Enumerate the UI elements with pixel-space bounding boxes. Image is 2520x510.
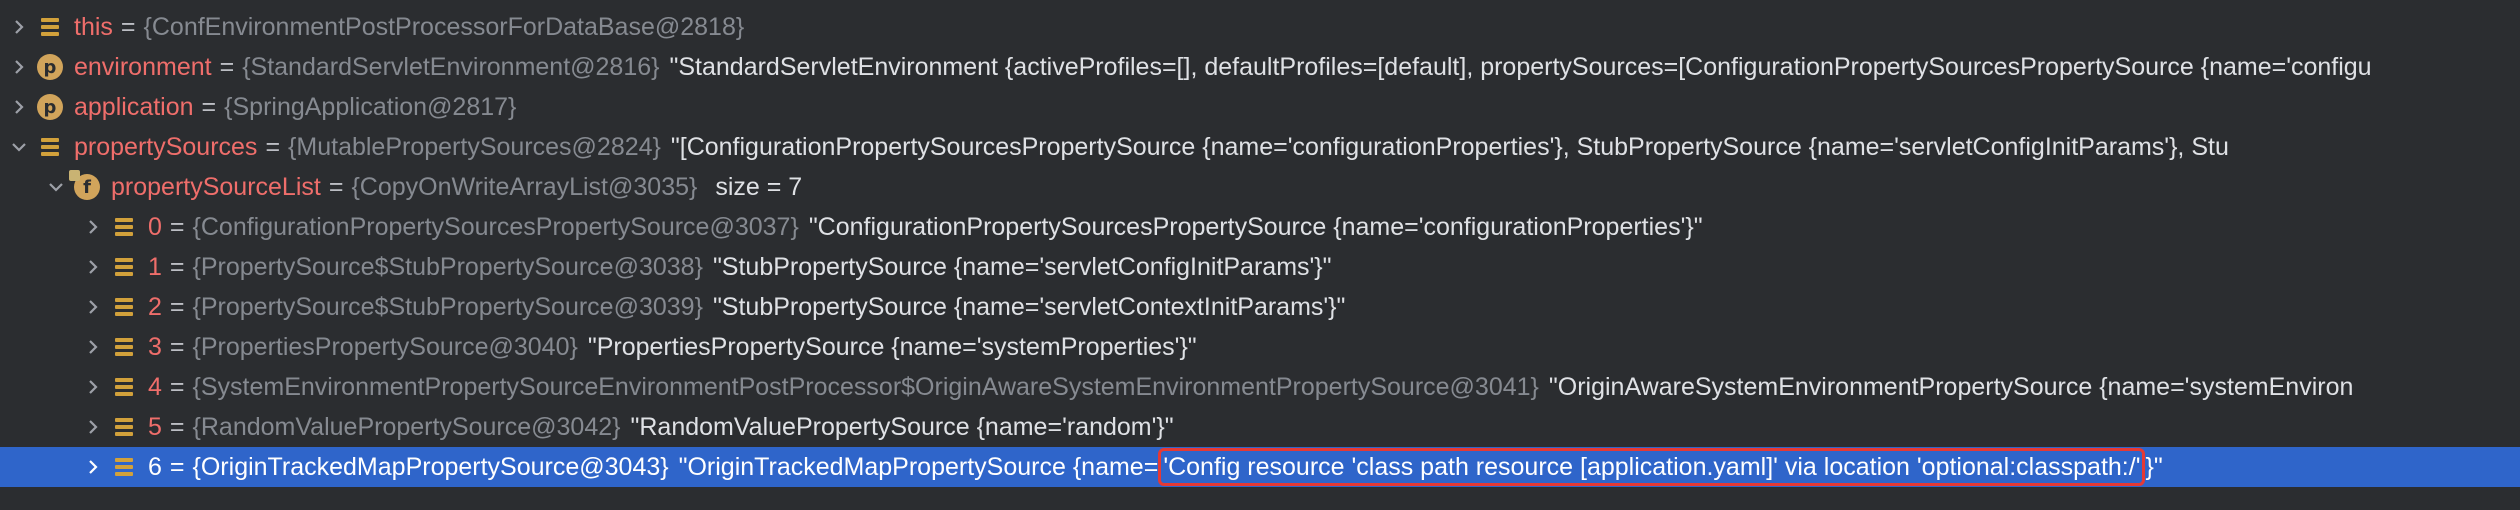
chevron-right-icon[interactable] [8,47,30,87]
list-item[interactable]: 2 = {PropertySource$StubPropertySource@3… [0,287,2520,327]
property-p-icon: p [36,93,64,121]
list-item[interactable]: 1 = {PropertySource$StubPropertySource@3… [0,247,2520,287]
variable-row-this[interactable]: this = {ConfEnvironmentPostProcessorForD… [0,7,2520,47]
variable-value: "ConfigurationPropertySourcesPropertySou… [808,212,1703,241]
field-lines-icon [110,453,138,481]
variable-name: environment [74,52,212,81]
chevron-right-icon[interactable] [82,407,104,447]
variable-reference: {OriginTrackedMapPropertySource@3043} [192,452,669,481]
list-item-selected[interactable]: 6 = {OriginTrackedMapPropertySource@3043… [0,447,2520,487]
variable-name: application [74,92,194,121]
variable-name: 0 [148,212,162,241]
variable-reference: {PropertySource$StubPropertySource@3038} [192,252,703,281]
variable-name: 1 [148,252,162,281]
chevron-down-icon[interactable] [45,167,67,207]
chevron-right-icon[interactable] [8,87,30,127]
chevron-right-icon[interactable] [82,447,104,487]
chevron-right-icon[interactable] [82,247,104,287]
equals-sign: = [169,292,185,321]
equals-sign: = [169,412,185,441]
variable-row-application[interactable]: p application = {SpringApplication@2817} [0,87,2520,127]
list-item[interactable]: 0 = {ConfigurationPropertySourcesPropert… [0,207,2520,247]
variable-name: propertySources [74,132,258,161]
equals-sign: = [169,332,185,361]
variable-value: "OriginAwareSystemEnvironmentPropertySou… [1548,372,2354,401]
list-item[interactable]: 5 = {RandomValuePropertySource@3042} "Ra… [0,407,2520,447]
field-lines-icon [110,293,138,321]
variable-reference: {ConfigurationPropertySourcesPropertySou… [192,212,799,241]
list-item[interactable]: 3 = {PropertiesPropertySource@3040} "Pro… [0,327,2520,367]
variable-reference: {StandardServletEnvironment@2816} [242,52,660,81]
variable-value: "RandomValuePropertySource {name='random… [630,412,1174,441]
variable-name: propertySourceList [111,172,321,201]
variable-value: "StubPropertySource {name='servletConfig… [712,252,1332,281]
equals-sign: = [169,372,185,401]
list-item[interactable]: 4 = {SystemEnvironmentPropertySourceEnvi… [0,367,2520,407]
chevron-right-icon[interactable] [82,287,104,327]
field-lines-icon [110,413,138,441]
equals-sign: = [219,52,235,81]
highlighted-config-resource: 'Config resource 'class path resource [a… [1158,448,2146,486]
variable-name: 5 [148,412,162,441]
variable-reference: {ConfEnvironmentPostProcessorForDataBase… [143,12,745,41]
collection-size: size = 7 [715,172,803,201]
chevron-right-icon[interactable] [82,327,104,367]
variable-value: "[ConfigurationPropertySourcesPropertySo… [670,132,2229,161]
variable-reference: {SystemEnvironmentPropertySourceEnvironm… [192,372,1539,401]
variable-value: "StubPropertySource {name='servletContex… [712,292,1346,321]
chevron-right-icon[interactable] [82,207,104,247]
field-lines-icon [36,13,64,41]
variable-reference: {CopyOnWriteArrayList@3035} [351,172,698,201]
variable-name: 6 [148,452,162,481]
variable-row-propertySources[interactable]: propertySources = {MutablePropertySource… [0,127,2520,167]
chevron-right-icon[interactable] [8,7,30,47]
variable-name: 3 [148,332,162,361]
field-lines-icon [110,213,138,241]
equals-sign: = [169,212,185,241]
variable-value: "StandardServletEnvironment {activeProfi… [669,52,2372,81]
equals-sign: = [265,132,281,161]
equals-sign: = [169,252,185,281]
variable-name: 2 [148,292,162,321]
variable-reference: {MutablePropertySources@2824} [288,132,661,161]
variable-name: 4 [148,372,162,401]
property-p-icon: p [36,53,64,81]
chevron-right-icon[interactable] [82,367,104,407]
variable-row-environment[interactable]: p environment = {StandardServletEnvironm… [0,47,2520,87]
variable-name: this [74,12,113,41]
field-lines-icon [110,373,138,401]
equals-sign: = [328,172,344,201]
equals-sign: = [201,92,217,121]
final-field-f-icon: f [69,170,101,201]
lock-badge-icon [69,170,80,181]
equals-sign: = [120,12,136,41]
equals-sign: = [169,452,185,481]
variable-row-propertySourceList[interactable]: f propertySourceList = {CopyOnWriteArray… [0,167,2520,207]
variable-value: "PropertiesPropertySource {name='systemP… [587,332,1197,361]
variable-reference: {PropertiesPropertySource@3040} [192,332,578,361]
variable-value-suffix: }" [2145,452,2163,481]
variable-reference: {SpringApplication@2817} [224,92,517,121]
variable-reference: {RandomValuePropertySource@3042} [192,412,621,441]
field-lines-icon [110,253,138,281]
variable-reference: {PropertySource$StubPropertySource@3039} [192,292,703,321]
variable-value-prefix: "OriginTrackedMapPropertySource {name= [678,452,1159,481]
debugger-variables-tree: this = {ConfEnvironmentPostProcessorForD… [0,0,2520,510]
chevron-down-icon[interactable] [8,127,30,167]
field-lines-icon [36,133,64,161]
field-lines-icon [110,333,138,361]
